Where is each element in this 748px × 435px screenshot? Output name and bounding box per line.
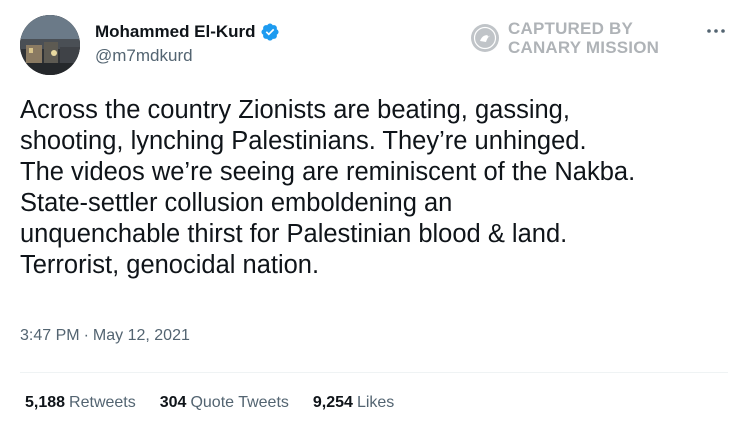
more-options-icon[interactable] — [702, 20, 730, 42]
retweets-label: Retweets — [69, 394, 136, 411]
timestamp[interactable]: 3:47 PM · May 12, 2021 — [20, 327, 190, 345]
watermark-text: CAPTURED BY CANARY MISSION — [508, 19, 659, 57]
display-name[interactable]: Mohammed El-Kurd — [95, 22, 256, 42]
quote-tweets-stat[interactable]: 304 Quote Tweets — [160, 394, 289, 412]
engagement-stats: 5,188 Retweets 304 Quote Tweets 9,254 Likes — [25, 394, 418, 412]
tweet-time[interactable]: 3:47 PM — [20, 327, 80, 344]
watermark-seal-icon — [470, 23, 500, 53]
retweets-stat[interactable]: 5,188 Retweets — [25, 394, 136, 412]
likes-label: Likes — [356, 394, 395, 411]
author-block: Mohammed El-Kurd @m7mdkurd — [95, 20, 280, 66]
name-row: Mohammed El-Kurd — [95, 20, 280, 44]
retweets-count: 5,188 — [25, 394, 66, 411]
tweet-text: Across the country Zionists are beating,… — [20, 96, 636, 279]
tweet-card: Mohammed El-Kurd @m7mdkurd CAPTURED BY C… — [0, 0, 748, 435]
likes-stat[interactable]: 9,254 Likes — [313, 394, 394, 412]
divider — [20, 372, 728, 373]
watermark: CAPTURED BY CANARY MISSION — [470, 19, 659, 57]
avatar[interactable] — [20, 15, 80, 75]
quote-tweets-label: Quote Tweets — [190, 394, 289, 411]
tweet-date[interactable]: May 12, 2021 — [93, 327, 190, 344]
handle[interactable]: @m7mdkurd — [95, 46, 280, 66]
verified-badge-icon — [260, 22, 280, 42]
quote-tweets-count: 304 — [159, 394, 187, 411]
timestamp-separator: · — [83, 327, 89, 344]
watermark-line-1: CAPTURED BY — [508, 19, 633, 38]
watermark-line-2: CANARY MISSION — [508, 38, 660, 57]
likes-count: 9,254 — [312, 394, 353, 411]
